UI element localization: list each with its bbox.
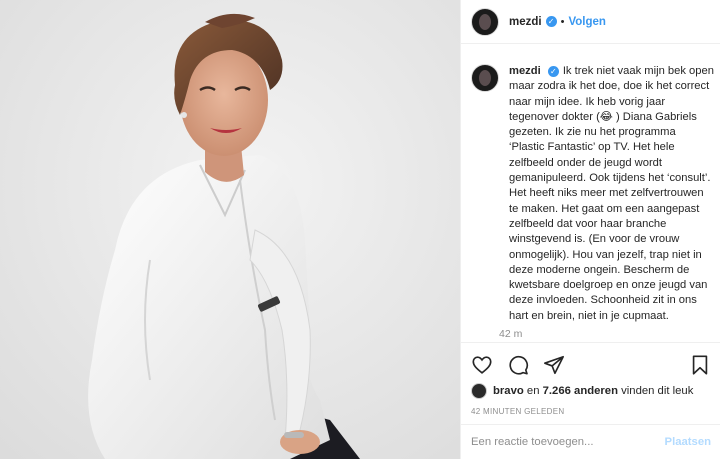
likes-connector: en: [526, 385, 540, 397]
bookmark-icon[interactable]: [689, 354, 711, 376]
post-sidebar: mezdi ✓ • Volgen mezdi ✓ Ik trek niet vaa…: [460, 0, 720, 459]
likes-count[interactable]: 7.266 anderen: [543, 385, 618, 397]
header-username[interactable]: mezdi: [509, 16, 542, 28]
action-bar: bravo en 7.266 anderen vinden dit leuk 4…: [461, 342, 720, 416]
post-timestamp[interactable]: 42 MINUTEN GELEDEN: [471, 407, 711, 416]
caption-body: Ik trek niet vaak mijn bek open maar zod…: [509, 65, 714, 322]
add-comment-bar: Plaatsen: [461, 424, 720, 459]
liker-username[interactable]: bravo: [493, 385, 524, 397]
caption-username[interactable]: mezdi: [509, 65, 541, 77]
caption-text: mezdi ✓ Ik trek niet vaak mijn bek open m…: [509, 64, 714, 324]
follow-button[interactable]: Volgen: [568, 16, 605, 28]
instagram-post: mezdi ✓ • Volgen mezdi ✓ Ik trek niet vaa…: [0, 0, 720, 459]
avatar[interactable]: [471, 7, 499, 36]
comment-input[interactable]: [471, 436, 665, 448]
likes-line: bravo en 7.266 anderen vinden dit leuk: [471, 383, 711, 399]
verified-badge-icon: ✓: [547, 66, 559, 77]
caption-time[interactable]: 42 m: [499, 328, 714, 338]
share-icon[interactable]: [543, 354, 565, 376]
caption-avatar[interactable]: [471, 64, 499, 92]
action-icons: [471, 353, 711, 377]
portrait-image: [0, 0, 460, 459]
post-photo[interactable]: [0, 0, 460, 459]
comment-icon[interactable]: [507, 354, 529, 376]
post-header: mezdi ✓ • Volgen: [461, 0, 720, 44]
verified-badge-icon: ✓: [545, 16, 557, 27]
post-comment-button[interactable]: Plaatsen: [665, 436, 711, 448]
likes-suffix: vinden dit leuk: [621, 385, 694, 397]
separator-dot: •: [560, 15, 565, 28]
liker-avatar[interactable]: [471, 383, 487, 399]
heart-icon[interactable]: [471, 354, 493, 376]
caption-block: mezdi ✓ Ik trek niet vaak mijn bek open m…: [461, 44, 720, 338]
